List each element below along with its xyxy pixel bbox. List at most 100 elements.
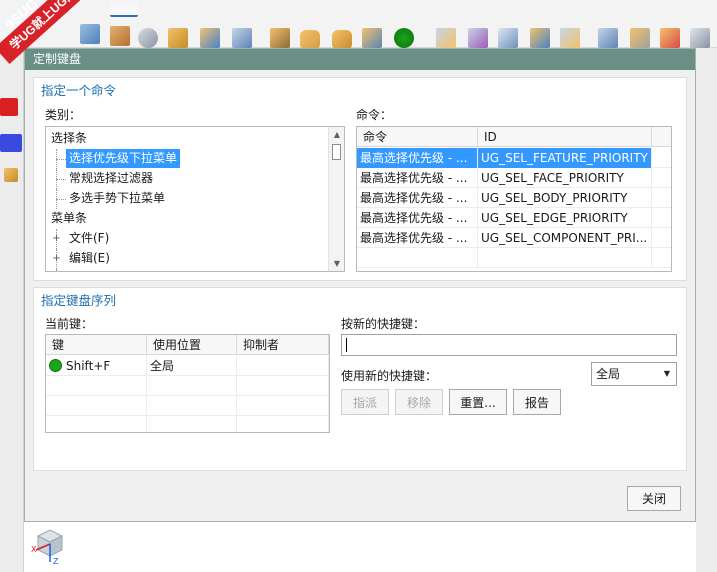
tree-connector <box>56 179 66 180</box>
expand-plus-icon[interactable]: + <box>52 234 61 244</box>
toolbar-icon[interactable] <box>80 24 100 44</box>
toolbar-icon[interactable] <box>200 28 220 48</box>
panel-tab-icon[interactable] <box>0 134 22 152</box>
table-row[interactable]: 最高选择优先级 - ... UG_SEL_FACE_PRIORITY <box>357 168 671 188</box>
current-keys-label: 当前键： <box>45 317 94 331</box>
model-cube-icon[interactable] <box>0 98 18 116</box>
suppressed-by-cell <box>237 416 329 432</box>
toolbar-icon[interactable] <box>530 28 550 48</box>
tree-item[interactable]: +视图(V) <box>46 269 329 271</box>
tree-item-label: 菜单条 <box>51 211 88 225</box>
table-row <box>46 376 329 396</box>
dialog-titlebar[interactable]: 定制键盘 <box>25 49 695 70</box>
tree-connector <box>56 199 66 200</box>
toolbar-icon[interactable] <box>690 28 710 48</box>
toolbar-icon[interactable] <box>660 28 680 48</box>
command-grid[interactable]: 命令 ID 最高选择优先级 - ... UG_SEL_FEATURE_PRIORI… <box>356 126 672 272</box>
table-row[interactable]: Shift+F 全局 <box>46 356 329 376</box>
report-button[interactable]: 报告 <box>513 389 561 415</box>
toolbar-icon[interactable] <box>110 3 138 17</box>
column-header-suppressed-by[interactable]: 抑制者 <box>237 335 329 355</box>
column-header-id[interactable]: ID <box>478 127 652 147</box>
command-section-title: 指定一个命令 <box>41 83 117 98</box>
close-button[interactable]: 关闭 <box>627 486 681 511</box>
tree-item[interactable]: + 文件(F) <box>46 229 329 249</box>
tree-item[interactable]: 菜单条 <box>46 209 329 229</box>
key-sequence-section-title: 指定键盘序列 <box>41 293 117 308</box>
left-resource-bar <box>0 48 24 572</box>
toolbar-icon[interactable] <box>468 28 488 48</box>
scope-dropdown[interactable]: 全局 ▼ <box>591 362 677 386</box>
toolbar-icon[interactable] <box>560 28 580 48</box>
command-name-cell: 最高选择优先级 - ... <box>357 148 478 168</box>
column-header-command[interactable]: 命令 <box>357 127 478 147</box>
toolbar-icon[interactable] <box>232 28 252 48</box>
key-cell <box>46 396 147 416</box>
key-text: Shift+F <box>66 359 111 373</box>
command-id-cell: UG_SEL_FEATURE_PRIORITY <box>478 148 652 168</box>
tree-connector <box>56 269 57 271</box>
table-row[interactable]: 最高选择优先级 - ... UG_SEL_EDGE_PRIORITY <box>357 208 671 228</box>
reset-button[interactable]: 重置... <box>449 389 507 415</box>
coordinate-triad-icon: X Z <box>31 529 64 566</box>
suppressed-by-cell <box>237 396 329 416</box>
expand-plus-icon[interactable]: + <box>52 254 61 264</box>
key-cell <box>46 416 147 432</box>
remove-button[interactable]: 移除 <box>395 389 443 415</box>
assign-button[interactable]: 指派 <box>341 389 389 415</box>
location-cell <box>147 376 237 396</box>
scroll-thumb[interactable] <box>332 144 341 160</box>
table-row <box>46 396 329 416</box>
history-icon[interactable] <box>4 168 18 182</box>
command-name-cell: 最高选择优先级 - ... <box>357 208 478 228</box>
toolbar-icon[interactable] <box>110 26 130 46</box>
table-row[interactable]: 最高选择优先级 - ... UG_SEL_BODY_PRIORITY <box>357 188 671 208</box>
tree-item[interactable]: 常规选择过滤器 <box>46 169 329 189</box>
scope-selected-value: 全局 <box>596 367 621 381</box>
dialog-title: 定制键盘 <box>33 52 82 66</box>
tree-item[interactable]: 选择优先级下拉菜单 <box>46 149 329 169</box>
app-toolbar <box>0 0 717 50</box>
command-id-cell: UG_SEL_FACE_PRIORITY <box>478 168 652 188</box>
keys-grid-header: 键 使用位置 抑制者 <box>46 335 329 355</box>
table-row[interactable]: 最高选择优先级 - ... UG_SEL_COMPONENT_PRI... <box>357 228 671 248</box>
toolbar-icon[interactable] <box>630 28 650 48</box>
tree-item-label: 编辑(E) <box>69 251 110 265</box>
toolbar-icon[interactable] <box>498 28 518 48</box>
new-shortcut-label: 按新的快捷键： <box>341 317 426 331</box>
tree-item-label: 文件(F) <box>69 231 110 245</box>
toolbar-icon[interactable] <box>362 28 382 48</box>
column-header-location[interactable]: 使用位置 <box>147 335 237 355</box>
table-row[interactable]: 最高选择优先级 - ... UG_SEL_FEATURE_PRIORITY <box>357 148 671 168</box>
location-cell: 全局 <box>147 356 237 376</box>
toolbar-icon[interactable] <box>300 30 320 50</box>
toolbar-icon[interactable] <box>332 30 352 50</box>
column-header-key[interactable]: 键 <box>46 335 147 355</box>
command-grid-header: 命令 ID <box>357 127 671 147</box>
customize-keyboard-dialog: 定制键盘 指定一个命令 类别： 命令： ▲ ▼ 选择条 选择优先级下拉菜单 常规选择… <box>24 48 696 522</box>
command-id-cell: UG_SEL_BODY_PRIORITY <box>478 188 652 208</box>
right-panel-edge <box>696 48 717 572</box>
scroll-down-icon[interactable]: ▼ <box>329 256 344 271</box>
toolbar-icon[interactable] <box>394 28 414 48</box>
toolbar-icon[interactable] <box>168 28 188 48</box>
tree-scrollbar[interactable]: ▲ ▼ <box>328 127 344 271</box>
category-label: 类别： <box>45 108 82 122</box>
toolbar-icon[interactable] <box>436 28 456 48</box>
scroll-up-icon[interactable]: ▲ <box>329 127 344 142</box>
current-keys-grid[interactable]: 键 使用位置 抑制者 Shift+F 全局 <box>45 334 330 433</box>
command-name-cell <box>357 248 478 268</box>
axis-x-label: X <box>31 545 37 554</box>
toolbar-icon[interactable] <box>598 28 618 48</box>
suppressed-by-cell <box>237 376 329 396</box>
command-id-cell: UG_SEL_EDGE_PRIORITY <box>478 208 652 228</box>
tree-item[interactable]: 多选手势下拉菜单 <box>46 189 329 209</box>
tree-item[interactable]: + 编辑(E) <box>46 249 329 269</box>
tree-connector <box>56 159 66 160</box>
toolbar-icon[interactable] <box>270 28 290 48</box>
toolbar-icon[interactable] <box>138 28 158 48</box>
tree-item[interactable]: 选择条 <box>46 129 329 149</box>
new-shortcut-input[interactable] <box>341 334 677 356</box>
category-tree[interactable]: ▲ ▼ 选择条 选择优先级下拉菜单 常规选择过滤器 多选手势下拉菜单菜单条 + 文件(F)… <box>45 126 345 272</box>
text-caret <box>346 338 347 352</box>
